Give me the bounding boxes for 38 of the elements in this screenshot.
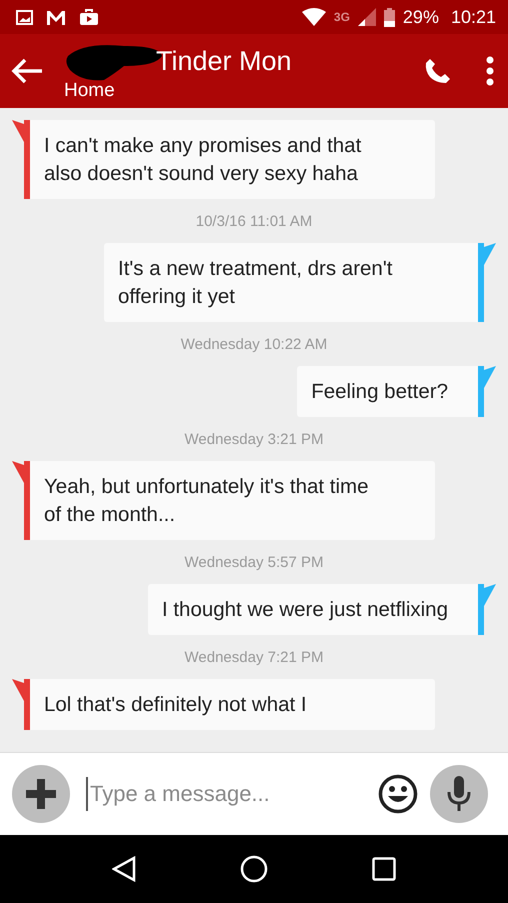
message-timestamp: 10/3/16 11:01 AM [194,212,314,232]
mail-icon [45,8,67,26]
bubble-tail-icon [12,120,24,142]
bubble-tail-icon [484,366,496,388]
bag-icon [79,8,99,26]
bubble-tail-icon [12,679,24,701]
plus-icon [26,779,56,809]
message-bubble: I can't make any promises and that also doesn't sound very sexy haha [24,120,435,199]
home-icon[interactable] [240,855,268,883]
message-timestamp: Wednesday 7:21 PM [184,648,324,668]
message-bubble: Lol that's definitely not what I [24,679,435,730]
image-icon [16,10,33,24]
clock-time: 10:21 [450,6,496,28]
message-input[interactable]: Type a message... [86,777,378,811]
back-arrow-icon[interactable] [10,58,44,84]
more-options-icon[interactable] [486,56,494,86]
message-timestamp: Wednesday 10:22 AM [180,334,328,354]
bubble-tail-icon [12,461,24,483]
recents-icon[interactable] [372,857,396,881]
message-timestamp: Wednesday 5:57 PM [184,552,324,572]
contact-label: Home [64,80,116,102]
message-timestamp: Wednesday 3:21 PM [184,430,324,450]
battery-percent: 29% [402,6,439,28]
phone-icon[interactable] [424,57,452,85]
wifi-icon [302,8,326,26]
contact-name: Tinder Mon [156,46,292,76]
bubble-tail-icon [484,243,496,265]
network-type: 3G [334,10,350,24]
emoji-icon[interactable] [378,774,418,814]
message-bubble: It's a new treatment, drs aren't offering it yet [104,243,484,322]
bubble-tail-icon [484,584,496,606]
signal-icon [358,8,376,26]
microphone-icon [447,776,471,812]
back-icon[interactable] [112,856,136,882]
message-bubble: Feeling better? [297,366,484,417]
message-bubble: Yeah, but unfortunately it's that time of the month... [24,461,435,540]
message-bubble: I thought we were just netflixing [148,584,484,635]
battery-icon [384,8,395,26]
